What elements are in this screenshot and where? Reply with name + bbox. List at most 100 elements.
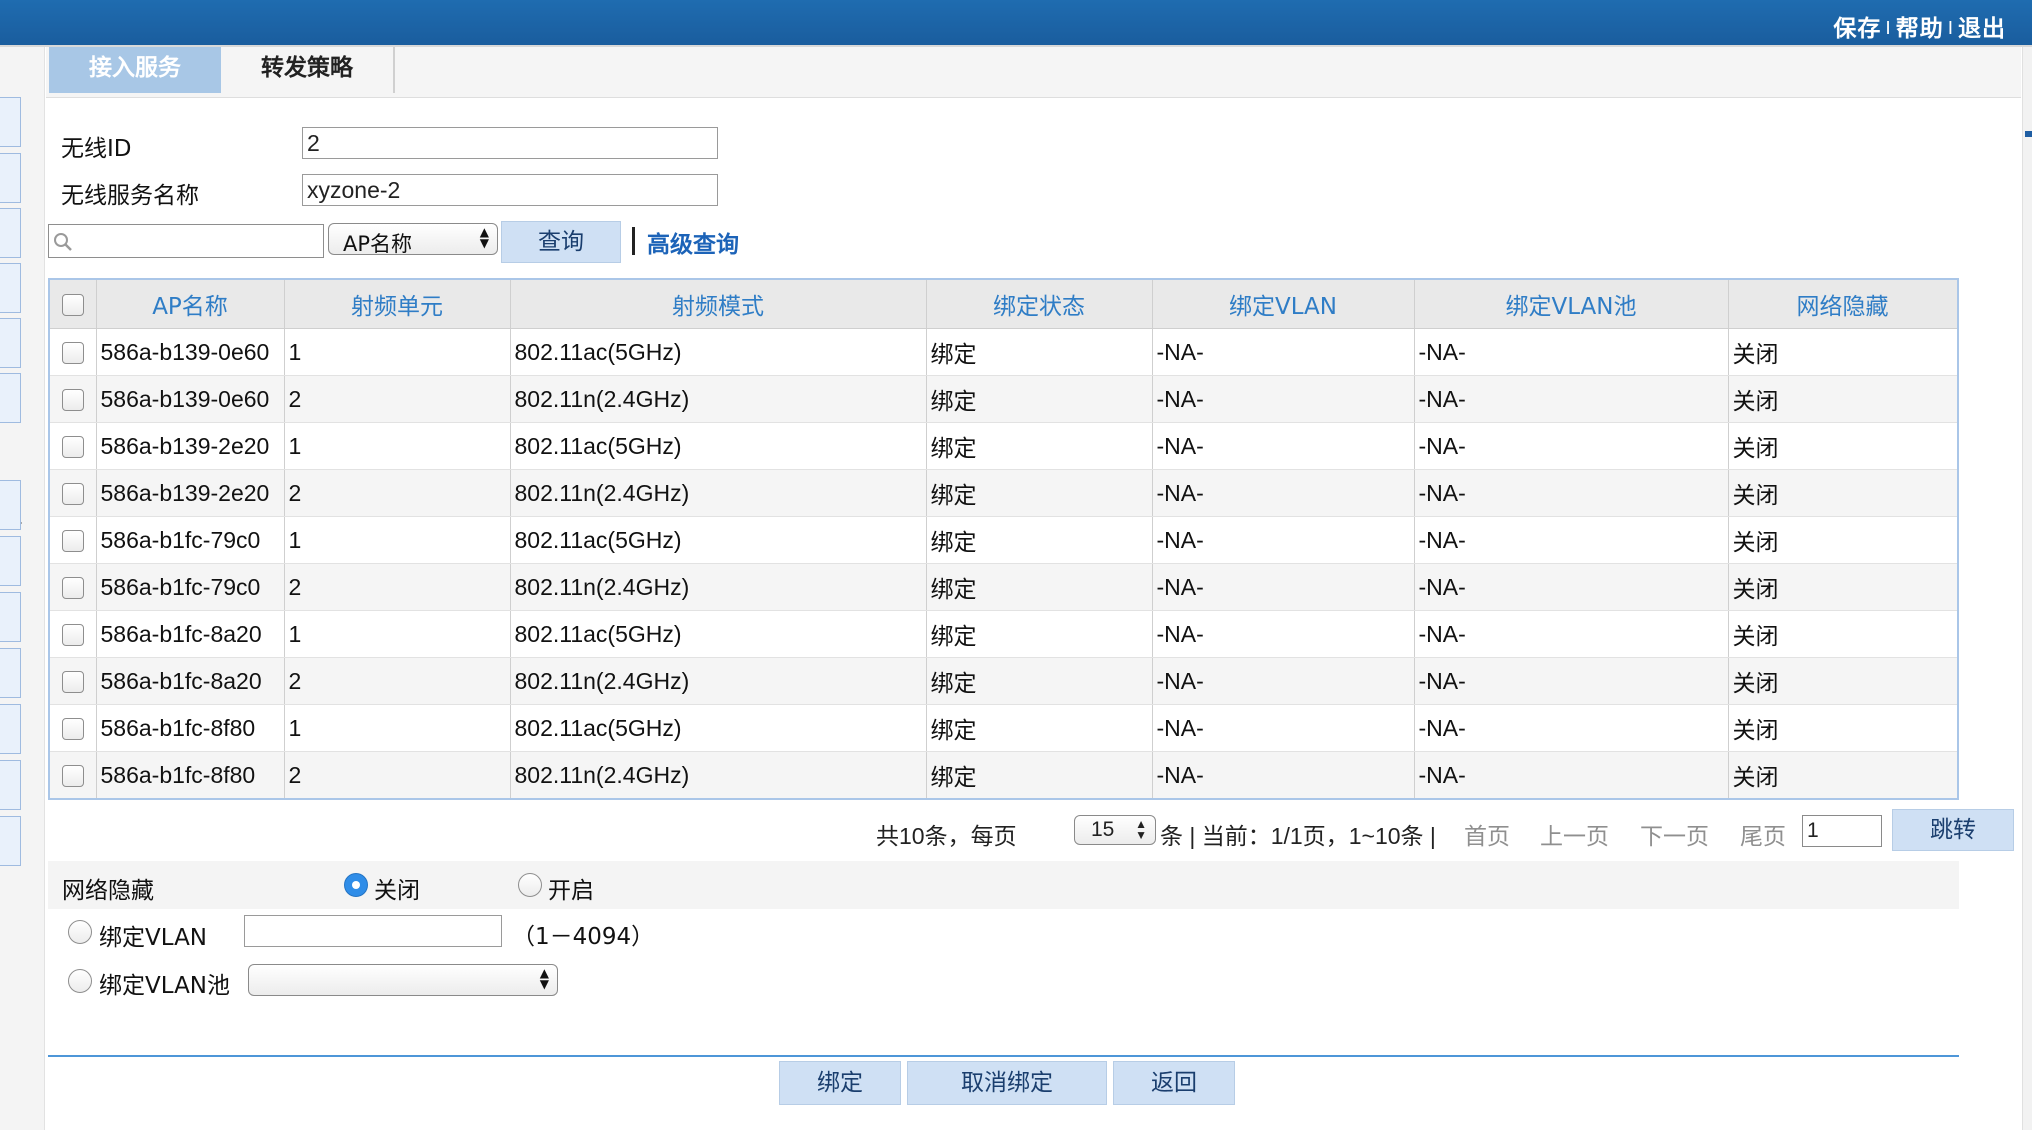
row-checkbox[interactable]: [61, 765, 84, 788]
ap-name-cell: 586a-b1fc-79c0: [96, 516, 285, 564]
search-field-select[interactable]: AP名称 ▲ ▼: [328, 223, 498, 256]
table-row[interactable]: 586a-b139-0e60 2 802.11n(2.4GHz) 绑定 -NA- -NA-…: [50, 375, 1957, 423]
table-row[interactable]: 586a-b1fc-79c0 1 802.11ac(5GHz) 绑定 -NA- -NA- 关…: [50, 516, 1957, 564]
top-links: 保存 I 帮助 I 退出: [1833, 9, 2006, 43]
service-name-label: 无线服务名称: [61, 183, 199, 209]
row-checkbox[interactable]: [61, 483, 84, 506]
network-hide-cell: 关闭: [1728, 563, 1957, 611]
column-header[interactable]: 绑定VLAN池: [1414, 280, 1729, 329]
ap-name-cell: 586a-b1fc-8a20: [96, 657, 285, 705]
logout-link[interactable]: 退出: [1958, 16, 2006, 42]
page-size-select[interactable]: 15 ▲ ▼: [1074, 815, 1156, 845]
advanced-query-link[interactable]: 高级查询: [647, 225, 739, 259]
radio-mode-cell: 802.11n(2.4GHz): [510, 563, 927, 611]
bind-vlan-radio[interactable]: [68, 920, 92, 944]
save-link[interactable]: 保存: [1833, 16, 1881, 42]
radio-mode-cell: 802.11ac(5GHz): [510, 610, 927, 658]
nav-stub[interactable]: [0, 97, 21, 147]
next-page-link[interactable]: 下一页: [1640, 817, 1709, 851]
jump-button[interactable]: 跳转: [1892, 809, 2014, 851]
row-checkbox[interactable]: [61, 671, 84, 694]
column-header[interactable]: 射频单元: [284, 280, 511, 329]
hide-on-radio[interactable]: [518, 873, 542, 897]
nav-stub[interactable]: [0, 318, 21, 368]
ap-name-cell: 586a-b139-0e60: [96, 375, 285, 423]
column-header[interactable]: AP名称: [96, 280, 285, 329]
nav-stub[interactable]: [0, 816, 21, 866]
network-hide-cell: 关闭: [1728, 469, 1957, 517]
row-checkbox[interactable]: [61, 342, 84, 365]
row-checkbox[interactable]: [61, 530, 84, 553]
table-row[interactable]: 586a-b1fc-8a20 2 802.11n(2.4GHz) 绑定 -NA- -NA-…: [50, 657, 1957, 705]
select-arrows-icon: ▲ ▼: [1135, 817, 1147, 842]
prev-page-link[interactable]: 上一页: [1540, 817, 1609, 851]
right-scroll-strip[interactable]: [2022, 47, 2032, 1130]
network-hide-cell: 关闭: [1728, 657, 1957, 705]
bind-button[interactable]: 绑定: [779, 1061, 901, 1105]
ap-name-cell: 586a-b139-2e20: [96, 469, 285, 517]
nav-stub[interactable]: [0, 263, 21, 313]
first-page-link[interactable]: 首页: [1464, 817, 1510, 851]
bind-vlan-pool-cell: -NA-: [1414, 610, 1729, 658]
page-number-input[interactable]: 1: [1802, 815, 1882, 847]
select-all-checkbox[interactable]: [61, 293, 84, 316]
network-hide-cell: 关闭: [1728, 610, 1957, 658]
column-header[interactable]: 射频模式: [510, 280, 927, 329]
table-row[interactable]: 586a-b1fc-8f80 1 802.11ac(5GHz) 绑定 -NA- -NA- 关…: [50, 704, 1957, 752]
wireless-id-label: 无线ID: [61, 136, 132, 162]
row-checkbox[interactable]: [61, 718, 84, 741]
nav-stub[interactable]: [0, 480, 21, 530]
bind-vlan-cell: -NA-: [1152, 516, 1415, 564]
bind-vlan-cell: -NA-: [1152, 751, 1415, 798]
bind-vlan-cell: -NA-: [1152, 422, 1415, 470]
row-checkbox[interactable]: [61, 389, 84, 412]
row-checkbox[interactable]: [61, 624, 84, 647]
nav-stub[interactable]: [0, 373, 21, 423]
vlan-input[interactable]: [244, 915, 502, 947]
wireless-id-field[interactable]: 2: [302, 127, 718, 159]
table-row[interactable]: 586a-b139-0e60 1 802.11ac(5GHz) 绑定 -NA- -NA- 关…: [50, 328, 1957, 376]
radio-mode-cell: 802.11n(2.4GHz): [510, 469, 927, 517]
nav-stub[interactable]: [0, 704, 21, 754]
row-checkbox[interactable]: [61, 577, 84, 600]
nav-stub[interactable]: [0, 648, 21, 698]
back-button[interactable]: 返回: [1113, 1061, 1235, 1105]
last-page-link[interactable]: 尾页: [1740, 817, 1786, 851]
table-row[interactable]: 586a-b139-2e20 1 802.11ac(5GHz) 绑定 -NA- -NA- 关…: [50, 422, 1957, 470]
tab-access-service[interactable]: 接入服务: [49, 47, 221, 93]
table-row[interactable]: 586a-b1fc-8a20 1 802.11ac(5GHz) 绑定 -NA- -NA- 关…: [50, 610, 1957, 658]
main-panel: 接入服务 转发策略 无线ID 2 无线服务名称 xyzone-2 AP名称 ▲ ▼…: [46, 47, 2021, 1130]
search-input[interactable]: [48, 224, 324, 258]
nav-stub[interactable]: [0, 760, 21, 810]
tab-forwarding-policy[interactable]: 转发策略: [221, 47, 395, 93]
ap-name-cell: 586a-b139-2e20: [96, 422, 285, 470]
radio-unit-cell: 2: [284, 657, 511, 705]
column-header[interactable]: 网络隐藏: [1728, 280, 1957, 329]
unbind-button[interactable]: 取消绑定: [907, 1061, 1107, 1105]
bind-vlan-pool-cell: -NA-: [1414, 328, 1729, 376]
bind-status-cell: 绑定: [926, 516, 1153, 564]
bind-vlan-cell: -NA-: [1152, 657, 1415, 705]
bind-vlan-pool-radio[interactable]: [68, 969, 92, 993]
hide-off-radio[interactable]: [344, 873, 368, 897]
nav-stub[interactable]: [0, 153, 21, 203]
nav-stub[interactable]: [0, 536, 21, 586]
vlan-range-hint: （1－4094）: [512, 924, 655, 950]
link-separator: I: [1885, 18, 1892, 39]
row-checkbox[interactable]: [61, 436, 84, 459]
query-button[interactable]: 查询: [501, 221, 621, 263]
vlan-pool-select[interactable]: ▲ ▼: [248, 964, 558, 996]
table-row[interactable]: 586a-b139-2e20 2 802.11n(2.4GHz) 绑定 -NA- -NA-…: [50, 469, 1957, 517]
row-select-cell: [50, 328, 97, 376]
column-header[interactable]: 绑定状态: [926, 280, 1153, 329]
service-name-field[interactable]: xyzone-2: [302, 174, 718, 206]
help-link[interactable]: 帮助: [1896, 16, 1944, 42]
column-header[interactable]: 绑定VLAN: [1152, 280, 1415, 329]
bind-vlan-label: 绑定VLAN: [99, 925, 208, 951]
network-hide-cell: 关闭: [1728, 328, 1957, 376]
nav-stub[interactable]: [0, 208, 21, 258]
table-row[interactable]: 586a-b1fc-8f80 2 802.11n(2.4GHz) 绑定 -NA- -NA-…: [50, 751, 1957, 798]
bind-status-cell: 绑定: [926, 375, 1153, 423]
nav-stub[interactable]: [0, 592, 21, 642]
table-row[interactable]: 586a-b1fc-79c0 2 802.11n(2.4GHz) 绑定 -NA- -NA-…: [50, 563, 1957, 611]
